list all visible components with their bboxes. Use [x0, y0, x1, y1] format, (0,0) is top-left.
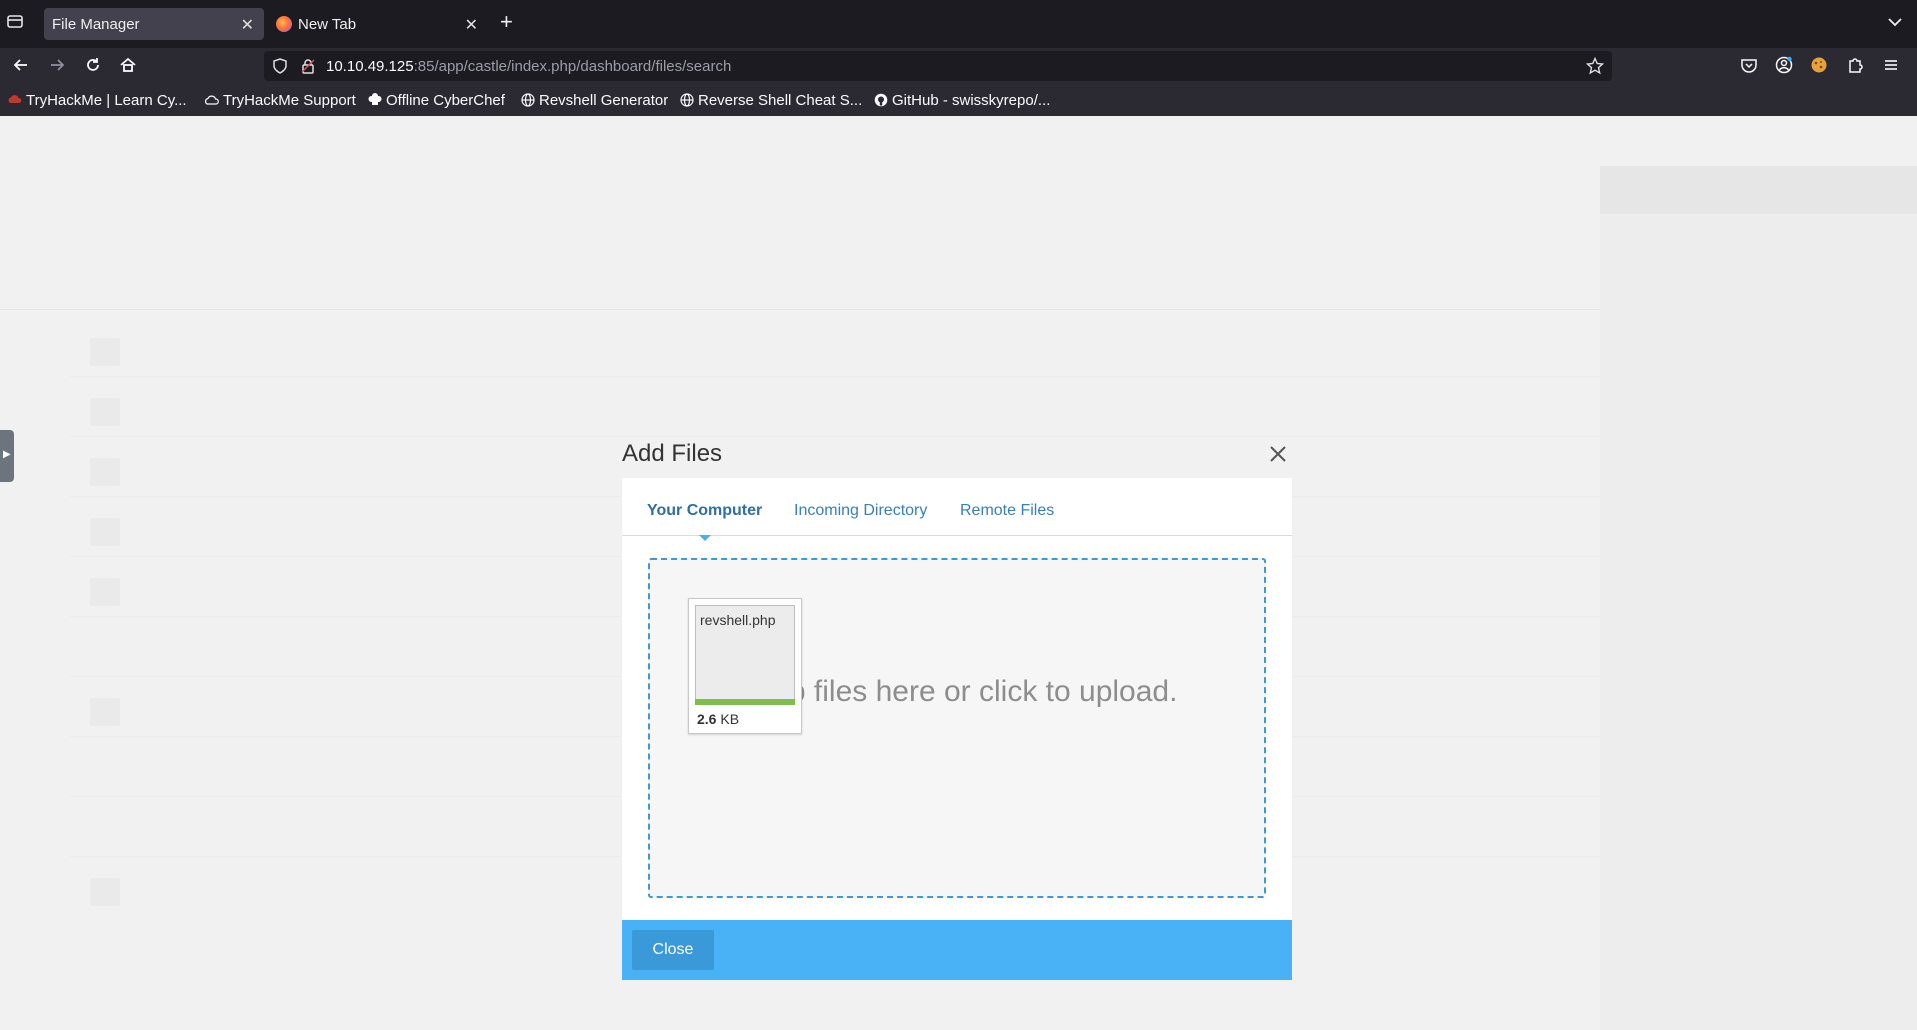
bookmarks-bar: TryHackMe | Learn Cy... TryHackMe Suppor…: [0, 84, 1917, 116]
file-thumbnail: revshell.php: [695, 605, 795, 705]
backdrop-file-thumb: [90, 698, 120, 726]
home-icon[interactable]: [119, 56, 139, 76]
bookmark-star-icon[interactable]: [1585, 56, 1605, 75]
tab-your-computer[interactable]: Your Computer: [647, 502, 762, 520]
tryhackme-icon: [8, 93, 22, 107]
back-arrow-icon[interactable]: [12, 56, 32, 76]
pocket-icon[interactable]: [1740, 56, 1760, 76]
bookmark-revshell-generator[interactable]: Revshell Generator: [521, 92, 668, 109]
backdrop-table-header: [0, 266, 1600, 310]
bookmark-cyberchef[interactable]: Offline CyberChef: [368, 92, 505, 109]
backdrop-sidebar-header: [1600, 166, 1917, 214]
globe-icon: [521, 93, 535, 107]
cloud-icon: [204, 93, 219, 107]
tab-incoming-directory[interactable]: Incoming Directory: [794, 502, 927, 520]
address-bar[interactable]: 10.10.49.125:85/app/castle/index.php/das…: [264, 51, 1612, 81]
upload-source-tabs: Your Computer Incoming Directory Remote …: [622, 478, 1292, 541]
url-text: 10.10.49.125:85/app/castle/index.php/das…: [326, 58, 731, 75]
bookmark-label: Offline CyberChef: [386, 92, 505, 109]
upload-progress-fill: [695, 699, 795, 705]
new-tab-plus-icon[interactable]: +: [500, 11, 513, 33]
lock-icon[interactable]: [300, 58, 316, 74]
url-host: 10.10.49.125: [326, 58, 414, 75]
globe-icon: [680, 93, 694, 107]
bookmark-label: GitHub - swisskyrepo/...: [892, 92, 1051, 109]
upload-progress-bar: [695, 699, 795, 705]
bookmark-label: TryHackMe Support: [223, 92, 356, 109]
bookmark-github-swisskyrepo[interactable]: GitHub - swisskyrepo/...: [874, 92, 1050, 109]
url-path: :85/app/castle/index.php/dashboard/files…: [413, 58, 732, 75]
browser-toolbar: 10.10.49.125:85/app/castle/index.php/das…: [0, 48, 1917, 84]
extensions-puzzle-icon[interactable]: [1846, 56, 1866, 76]
firefox-icon: [276, 16, 292, 32]
file-size-unit: KB: [720, 711, 740, 727]
tab-title: File Manager: [52, 16, 140, 33]
reload-icon[interactable]: [84, 56, 104, 76]
bookmark-tryhackme-support[interactable]: TryHackMe Support: [204, 92, 356, 109]
backdrop-row-divider: [70, 376, 1600, 377]
forward-arrow-icon[interactable]: [48, 56, 68, 76]
file-dropzone[interactable]: Drop files here or click to upload. revs…: [648, 558, 1266, 898]
chef-hat-icon: [368, 93, 382, 107]
modal-body: Your Computer Incoming Directory Remote …: [622, 478, 1292, 920]
add-files-modal: Add Files Your Computer Incoming Directo…: [622, 432, 1292, 980]
bookmark-label: Reverse Shell Cheat S...: [698, 92, 863, 109]
backdrop-file-thumb: [90, 458, 120, 486]
browser-tab-bar: File Manager ✕ New Tab ✕ +: [0, 0, 1917, 48]
caret-right-icon: ▶: [3, 449, 11, 460]
github-icon: [874, 93, 888, 107]
browser-tab-new-tab[interactable]: New Tab ✕: [272, 8, 488, 40]
bookmark-label: Revshell Generator: [539, 92, 669, 109]
hamburger-menu-icon[interactable]: [1882, 56, 1902, 76]
backdrop-file-thumb: [90, 398, 120, 426]
backdrop-file-thumb: [90, 338, 120, 366]
backdrop-sidebar: [1600, 166, 1917, 1030]
active-tab-indicator: [699, 535, 711, 541]
file-name: revshell.php: [700, 612, 776, 628]
close-icon[interactable]: [1268, 444, 1290, 466]
side-panel-toggle[interactable]: ▶: [0, 430, 14, 482]
backdrop-file-thumb: [90, 518, 120, 546]
backdrop-file-thumb: [90, 578, 120, 606]
bookmark-label: TryHackMe | Learn Cy...: [26, 92, 187, 109]
tab-remote-files[interactable]: Remote Files: [960, 502, 1054, 520]
browser-tab-file-manager[interactable]: File Manager ✕: [44, 8, 264, 40]
close-tab-icon[interactable]: ✕: [465, 15, 478, 35]
chevron-down-icon[interactable]: [1887, 14, 1903, 35]
bookmark-tryhackme[interactable]: TryHackMe | Learn Cy...: [8, 92, 187, 109]
tab-list-icon[interactable]: [6, 12, 28, 34]
file-size-value: 2.6: [697, 711, 717, 727]
bookmark-reverse-shell-cheat-sheet[interactable]: Reverse Shell Cheat S...: [680, 92, 862, 109]
backdrop-file-thumb: [90, 878, 120, 906]
shield-icon[interactable]: [272, 58, 288, 74]
close-tab-icon[interactable]: ✕: [241, 15, 254, 35]
account-icon[interactable]: [1775, 56, 1795, 76]
modal-title: Add Files: [622, 440, 723, 467]
file-size: 2.6 KB: [697, 711, 739, 727]
tab-title: New Tab: [298, 16, 357, 33]
page-backdrop: ▶ Add Files Your Computer Incoming Direc…: [0, 116, 1917, 1030]
cookie-extension-icon[interactable]: [1810, 56, 1830, 76]
file-preview[interactable]: revshell.php 2.6 KB: [688, 598, 802, 734]
modal-footer: Close: [622, 920, 1292, 980]
close-button[interactable]: Close: [632, 930, 714, 970]
